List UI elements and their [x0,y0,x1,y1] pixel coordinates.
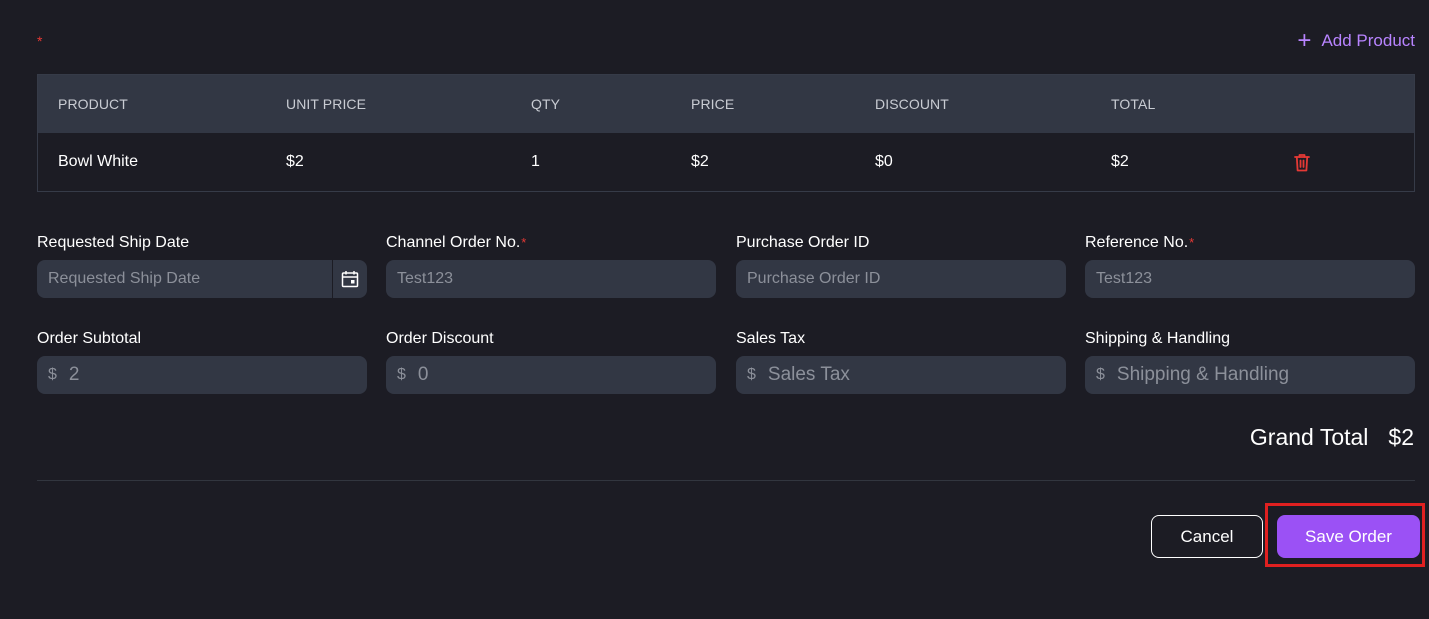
sales-tax-input[interactable] [767,364,1055,386]
add-product-label: Add Product [1321,31,1415,50]
column-header-price: PRICE [691,96,735,112]
column-header-total: TOTAL [1111,96,1156,112]
channel-order-no-field: Channel Order No.* [386,233,716,298]
trash-icon[interactable] [1294,133,1310,191]
shipping-handling-field: Shipping & Handling $ [1085,329,1415,394]
sales-tax-field: Sales Tax $ [736,329,1066,394]
plus-icon: + [1297,27,1312,54]
requested-ship-date-input[interactable] [48,270,356,288]
sales-tax-label: Sales Tax [736,330,806,347]
order-discount-label: Order Discount [386,330,494,347]
unit-price: $2 [286,153,304,170]
required-marker: * [1189,235,1195,250]
purchase-order-id-input[interactable] [747,270,1055,288]
discount: $0 [875,153,893,170]
column-header-discount: DISCOUNT [875,96,949,112]
currency-symbol: $ [747,366,756,383]
sales-tax-box: $ [736,356,1066,394]
purchase-order-id-field: Purchase Order ID [736,233,1066,298]
grand-total: Grand Total $2 [1250,424,1414,451]
channel-order-no-box [386,260,716,298]
required-marker: * [37,33,43,49]
shipping-handling-label: Shipping & Handling [1085,330,1230,347]
column-header-qty: QTY [531,96,561,112]
order-subtotal-input[interactable] [68,364,356,386]
products-table: PRODUCT UNIT PRICE QTY PRICE DISCOUNT TO… [37,74,1415,192]
currency-symbol: $ [397,366,406,383]
order-subtotal-field: Order Subtotal $ [37,329,367,394]
required-marker: * [521,235,527,250]
order-discount-input[interactable] [417,364,705,386]
purchase-order-id-box [736,260,1066,298]
grand-total-label: Grand Total [1249,424,1369,450]
table-header: PRODUCT UNIT PRICE QTY PRICE DISCOUNT TO… [38,75,1414,133]
purchase-order-id-label: Purchase Order ID [736,234,870,251]
reference-no-label: Reference No.* [1085,234,1195,251]
reference-no-field: Reference No.* [1085,233,1415,298]
reference-no-box [1085,260,1415,298]
currency-symbol: $ [1096,366,1105,383]
table-row: Bowl White $2 1 $2 $0 $2 [38,133,1414,191]
product-name: Bowl White [58,153,139,170]
highlight-box [1265,503,1425,567]
order-form: * + Add Product PRODUCT UNIT PRICE QTY P… [0,0,1429,619]
order-discount-box: $ [386,356,716,394]
divider [37,480,1415,481]
order-subtotal-label: Order Subtotal [37,330,142,347]
grand-total-value: $2 [1388,424,1414,450]
total: $2 [1111,153,1129,170]
cancel-button[interactable]: Cancel [1151,515,1263,558]
column-header-unit-price: UNIT PRICE [286,96,367,112]
calendar-icon[interactable] [332,260,367,298]
requested-ship-date-box [37,260,367,298]
order-subtotal-box: $ [37,356,367,394]
reference-no-input[interactable] [1096,270,1404,288]
channel-order-no-input[interactable] [397,270,705,288]
price: $2 [691,153,709,170]
requested-ship-date-field: Requested Ship Date [37,233,367,298]
column-header-product: PRODUCT [58,96,128,112]
shipping-handling-box: $ [1085,356,1415,394]
channel-order-no-label: Channel Order No.* [386,234,527,251]
shipping-handling-input[interactable] [1116,364,1404,386]
quantity: 1 [531,153,540,170]
requested-ship-date-label: Requested Ship Date [37,234,190,251]
order-discount-field: Order Discount $ [386,329,716,394]
currency-symbol: $ [48,366,57,383]
add-product-button[interactable]: + Add Product [1297,27,1415,54]
